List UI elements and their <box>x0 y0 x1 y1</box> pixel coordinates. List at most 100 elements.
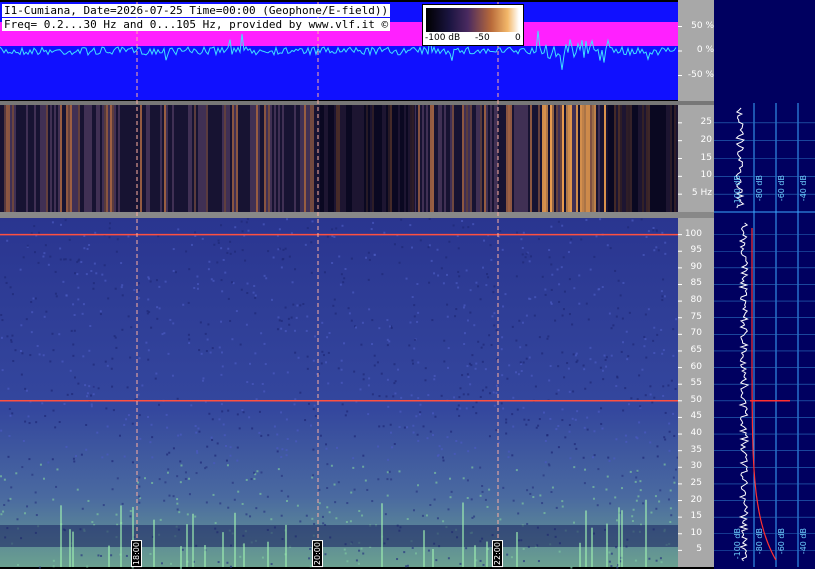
noise-pixel <box>541 275 544 278</box>
noise-pixel <box>248 416 251 419</box>
noise-pixel <box>653 352 656 355</box>
noise-pixel <box>353 488 356 491</box>
noise-pixel <box>362 552 365 555</box>
impulse-streak <box>60 505 62 567</box>
spectrogram-upper-column <box>568 105 570 212</box>
noise-pixel <box>447 347 450 350</box>
noise-pixel <box>664 438 667 441</box>
noise-pixel <box>320 362 323 365</box>
noise-pixel <box>421 514 424 517</box>
noise-pixel <box>258 431 261 434</box>
noise-pixel <box>515 339 518 342</box>
noise-pixel <box>562 256 565 259</box>
noise-pixel <box>304 419 307 422</box>
noise-pixel <box>480 346 483 349</box>
spectrogram-upper-column <box>152 105 154 212</box>
noise-pixel <box>434 471 437 474</box>
noise-pixel <box>465 547 468 550</box>
spectrogram-upper-column <box>556 105 558 212</box>
noise-pixel <box>598 288 601 291</box>
spectrogram-upper-column <box>416 105 418 212</box>
noise-pixel <box>389 423 392 426</box>
spectrogram-upper-column <box>176 105 178 212</box>
noise-pixel <box>470 498 473 501</box>
noise-pixel <box>386 378 389 381</box>
spectrogram-upper-column <box>424 105 426 212</box>
noise-pixel <box>535 426 538 429</box>
noise-pixel <box>642 502 645 505</box>
noise-pixel <box>39 463 42 466</box>
noise-pixel <box>330 464 333 467</box>
noise-pixel <box>197 427 200 430</box>
spectrogram-upper-column <box>194 105 196 212</box>
spectrogram-upper-column <box>254 105 256 212</box>
noise-pixel <box>16 518 19 521</box>
noise-pixel <box>492 391 495 394</box>
noise-pixel <box>661 231 664 234</box>
spectrogram-upper-column <box>450 105 452 212</box>
noise-pixel <box>231 481 234 484</box>
noise-pixel <box>312 448 315 451</box>
spectrogram-upper-column <box>86 105 88 212</box>
spectrogram-upper-column <box>302 105 304 212</box>
noise-pixel <box>518 319 521 322</box>
noise-pixel <box>188 477 191 480</box>
noise-pixel <box>371 500 374 503</box>
noise-pixel <box>386 344 389 347</box>
spectrogram-upper-column <box>38 105 40 212</box>
noise-pixel <box>90 403 93 406</box>
noise-pixel <box>531 486 534 489</box>
noise-pixel <box>620 350 623 353</box>
noise-pixel <box>436 517 439 520</box>
panel-separator <box>0 101 815 105</box>
noise-pixel <box>433 378 436 381</box>
spectrogram-upper-column <box>0 105 2 212</box>
noise-pixel <box>586 416 589 419</box>
noise-pixel <box>185 250 188 253</box>
noise-pixel <box>206 445 209 448</box>
noise-pixel <box>201 379 204 382</box>
noise-pixel <box>86 247 89 250</box>
spectrogram-upper-column <box>2 105 4 212</box>
noise-pixel <box>386 338 389 341</box>
noise-pixel <box>297 356 300 359</box>
noise-pixel <box>139 437 142 440</box>
noise-pixel <box>45 310 48 313</box>
spectrogram-upper-column <box>202 105 204 212</box>
spectrogram-lower-tick-label: 25 <box>690 477 702 488</box>
noise-pixel <box>587 318 590 321</box>
noise-pixel <box>207 323 210 326</box>
noise-pixel <box>380 372 383 375</box>
noise-pixel <box>568 430 571 433</box>
noise-pixel <box>108 236 111 239</box>
noise-pixel <box>104 279 107 282</box>
noise-pixel <box>636 398 639 401</box>
noise-pixel <box>137 282 140 285</box>
noise-pixel <box>112 409 115 412</box>
noise-pixel <box>576 359 579 362</box>
noise-pixel <box>441 456 444 459</box>
noise-pixel <box>561 351 564 354</box>
noise-pixel <box>25 318 28 321</box>
noise-pixel <box>258 410 261 413</box>
noise-pixel <box>322 522 325 525</box>
noise-pixel <box>220 373 223 376</box>
noise-pixel <box>481 360 484 363</box>
noise-pixel <box>624 387 627 390</box>
noise-pixel <box>634 559 637 562</box>
noise-pixel <box>11 293 14 296</box>
noise-pixel <box>500 348 503 351</box>
spectrogram-upper-column <box>70 105 72 212</box>
noise-pixel <box>340 359 343 362</box>
noise-pixel <box>572 390 575 393</box>
spectrogram-upper-column <box>542 105 544 212</box>
noise-pixel <box>519 361 522 364</box>
noise-pixel <box>267 434 270 437</box>
noise-pixel <box>358 510 361 513</box>
noise-pixel <box>610 354 613 357</box>
spectrogram-upper-tick-label: 10 <box>700 170 712 181</box>
spectrogram-upper-column <box>162 105 164 212</box>
noise-pixel <box>589 358 592 361</box>
noise-pixel <box>502 305 505 308</box>
noise-pixel <box>389 431 392 434</box>
